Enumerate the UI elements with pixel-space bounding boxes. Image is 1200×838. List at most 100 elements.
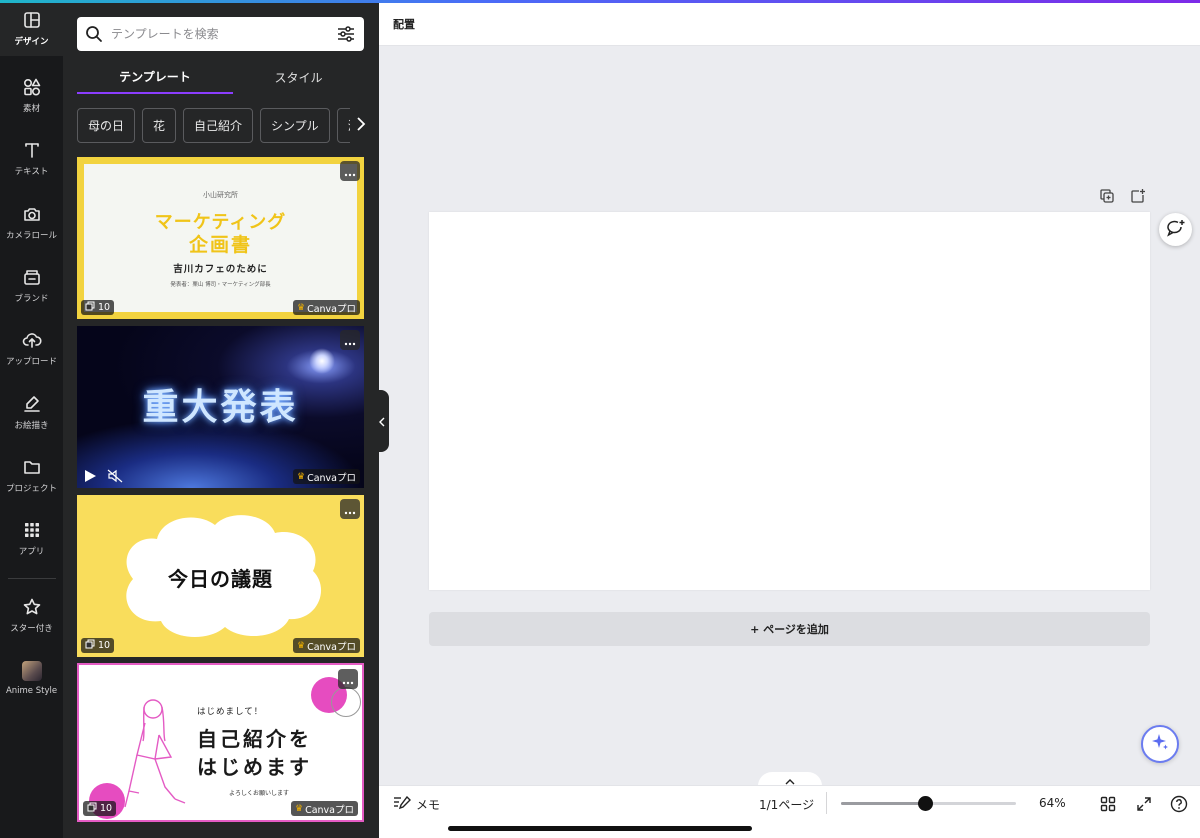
template-card-self-intro[interactable]: はじめまして！ 自己紹介を はじめます よろしくお願いします 10 ♛ Canva… (77, 663, 364, 822)
template-title-line2: 企画書 (188, 234, 252, 256)
person-illustration (124, 699, 186, 808)
page-count: 10 (98, 640, 111, 651)
shapes-icon (21, 76, 43, 98)
canva-editor: デザイン 素材 テキスト カメラロール ブランド アップロード お絵描き プロジ… (0, 0, 1200, 838)
anime-style-app-icon (21, 660, 43, 682)
template-subtitle: 吉川カフェのために (173, 264, 268, 275)
pro-badge: ♛ Canvaプロ (293, 300, 360, 315)
page-count: 10 (98, 302, 111, 313)
fullscreen-icon[interactable] (1134, 794, 1154, 814)
pages-icon (85, 639, 95, 652)
category-chips: 母の日花自己紹介シンプル海 (77, 108, 364, 143)
crown-icon: ♛ (297, 471, 306, 482)
template-thumbnail: 小山研究所 マーケティング 企画書 吉川カフェのために 発表者：栗山 博司・マー… (84, 164, 357, 312)
more-options-button[interactable] (340, 499, 360, 519)
notes-pen-icon (393, 795, 411, 813)
chip-self-intro[interactable]: 自己紹介 (183, 108, 254, 143)
camera-icon (21, 203, 43, 225)
collapse-panel-handle[interactable] (375, 390, 389, 452)
template-card-marketing[interactable]: 小山研究所 マーケティング 企画書 吉川カフェのために 発表者：栗山 博司・マー… (77, 157, 364, 319)
rail-item-uploads[interactable]: アップロード (0, 320, 63, 376)
arrange-button[interactable]: 配置 (393, 16, 415, 32)
pages-icon (87, 802, 97, 815)
left-nav-rail: デザイン 素材 テキスト カメラロール ブランド アップロード お絵描き プロジ… (0, 0, 63, 838)
chevron-left-icon (379, 412, 385, 431)
pro-badge: ♛ Canvaプロ (293, 638, 360, 653)
rail-label: Anime Style (5, 686, 58, 696)
add-comment-button[interactable] (1159, 213, 1192, 246)
add-page-icon[interactable] (1128, 186, 1148, 206)
filter-sliders-icon[interactable] (331, 17, 361, 51)
more-options-button[interactable] (338, 669, 358, 689)
pro-badge: ♛ Canvaプロ (293, 469, 360, 484)
rail-item-projects[interactable]: プロジェクト (0, 447, 63, 503)
star-icon (21, 596, 43, 618)
page-count-badge: 10 (81, 638, 115, 653)
expand-pages-tab[interactable] (758, 772, 822, 786)
rail-item-camera-roll[interactable]: カメラロール (0, 194, 63, 250)
draw-icon (21, 393, 43, 415)
zoom-slider-handle[interactable] (917, 796, 933, 811)
zoom-slider[interactable] (841, 796, 1016, 811)
rail-label: スター付き (10, 624, 53, 634)
rail-item-anime-style[interactable]: Anime Style (0, 650, 63, 706)
chip-flower[interactable]: 花 (142, 108, 177, 143)
more-dots-icon (344, 162, 356, 181)
more-options-button[interactable] (340, 330, 360, 350)
pro-label: Canvaプロ (307, 472, 356, 484)
chip-mothers-day[interactable]: 母の日 (77, 108, 136, 143)
apps-grid-icon (21, 519, 43, 541)
template-footer: よろしくお願いします (229, 790, 290, 797)
editor-toolbar: 配置 (379, 3, 1200, 46)
search-icon (77, 17, 111, 51)
page-count-badge: 10 (81, 300, 115, 315)
rail-label: お絵描き (14, 421, 49, 431)
help-icon[interactable] (1169, 794, 1189, 814)
template-title-line1: 自己紹介を (197, 727, 312, 751)
rail-item-design[interactable]: デザイン (0, 0, 63, 56)
magic-assistant-button[interactable] (1141, 725, 1179, 763)
rail-item-text[interactable]: テキスト (0, 130, 63, 186)
tab-templates[interactable]: テンプレート (77, 60, 233, 94)
duplicate-page-icon[interactable] (1097, 186, 1117, 206)
divider (826, 792, 827, 814)
chips-next-button[interactable] (350, 108, 372, 143)
more-dots-icon (342, 670, 354, 689)
template-search-input[interactable] (111, 27, 331, 41)
template-title: 重大発表 (142, 387, 299, 428)
template-card-agenda[interactable]: 今日の議題 10 ♛ Canvaプロ (77, 495, 364, 657)
layout-icon (21, 9, 43, 31)
notes-button[interactable]: メモ (393, 795, 441, 813)
decor-ring (331, 687, 361, 717)
chip-simple[interactable]: シンプル (260, 108, 330, 143)
page-indicator[interactable]: 1/1ページ (759, 796, 814, 813)
comment-plus-icon (1166, 219, 1186, 241)
mute-icon[interactable] (107, 468, 123, 483)
rail-label: カメラロール (5, 231, 57, 241)
add-page-button[interactable]: + ページを追加 (429, 612, 1150, 646)
tab-style[interactable]: スタイル (233, 60, 364, 94)
rail-label: ブランド (14, 294, 49, 304)
rail-label: プロジェクト (5, 484, 57, 494)
rail-item-apps[interactable]: アプリ (0, 510, 63, 566)
pro-label: Canvaプロ (307, 303, 356, 315)
template-greeting: はじめまして！ (197, 707, 264, 717)
zoom-level[interactable]: 64% (1039, 796, 1066, 810)
grid-view-icon[interactable] (1098, 794, 1118, 814)
design-page[interactable] (429, 212, 1150, 590)
brand-icon (21, 266, 43, 288)
template-title: 今日の議題 (168, 567, 273, 591)
sparkle-icon (1150, 732, 1170, 756)
rail-item-elements[interactable]: 素材 (0, 67, 63, 123)
template-card-announcement[interactable]: 重大発表 ♛ Canvaプロ (77, 326, 364, 488)
play-icon[interactable] (83, 468, 97, 482)
page-count: 10 (100, 803, 113, 814)
rail-label: アップロード (5, 357, 57, 367)
rail-item-draw[interactable]: お絵描き (0, 384, 63, 440)
rail-item-starred[interactable]: スター付き (0, 587, 63, 643)
notes-label: メモ (416, 798, 441, 812)
rail-label: テキスト (14, 167, 49, 177)
more-dots-icon (344, 331, 356, 350)
rail-item-brand[interactable]: ブランド (0, 257, 63, 313)
more-options-button[interactable] (340, 161, 360, 181)
